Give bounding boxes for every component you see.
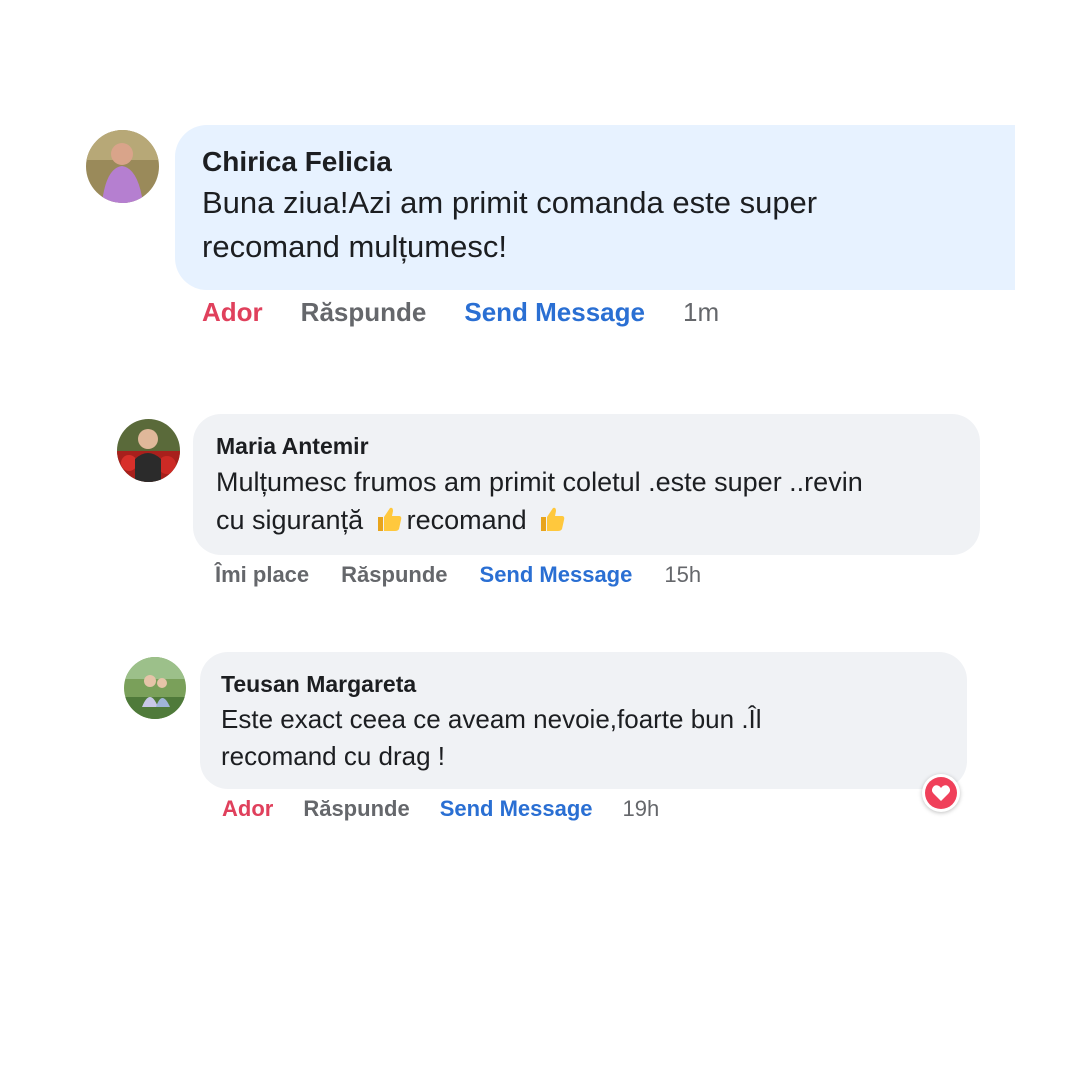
send-message-button[interactable]: Send Message: [440, 796, 593, 822]
comment-text-line-1: Mulțumesc frumos am primit coletul .este…: [216, 467, 863, 497]
heart-reaction-icon[interactable]: [922, 774, 960, 812]
avatar[interactable]: [86, 130, 159, 203]
react-button[interactable]: Ador: [202, 297, 263, 328]
comment-text-line-1: Este exact ceea ce aveam nevoie,foarte b…: [221, 704, 762, 734]
comment-actions: Ador Răspunde Send Message 19h: [222, 795, 659, 823]
comment-author[interactable]: Chirica Felicia: [202, 145, 1015, 179]
send-message-button[interactable]: Send Message: [480, 562, 633, 588]
like-button[interactable]: Îmi place: [215, 562, 309, 588]
comment-actions: Ador Răspunde Send Message 1m: [202, 296, 719, 328]
avatar[interactable]: [117, 419, 180, 482]
comment-bubble: Maria Antemir Mulțumesc frumos am primit…: [193, 414, 980, 555]
reply-button[interactable]: Răspunde: [301, 297, 427, 328]
comment-bubble: Teusan Margareta Este exact ceea ce avea…: [200, 652, 967, 789]
reply-button[interactable]: Răspunde: [341, 562, 447, 588]
comment-text-line-2: recomand cu drag !: [221, 741, 446, 771]
comment-bubble: Chirica Felicia Buna ziua!Azi am primit …: [175, 125, 1015, 290]
heart-icon: [925, 777, 957, 809]
comment-text-line-2: recomand mulțumesc!: [202, 229, 507, 264]
comment-text-line-2: cu siguranță recomand: [216, 501, 980, 543]
reply-button[interactable]: Răspunde: [303, 796, 409, 822]
timestamp[interactable]: 19h: [623, 796, 660, 822]
react-button[interactable]: Ador: [222, 796, 273, 822]
thumbs-up-icon: [375, 505, 403, 543]
timestamp[interactable]: 1m: [683, 297, 719, 328]
send-message-button[interactable]: Send Message: [464, 297, 645, 328]
comment-text-part: recomand: [406, 505, 527, 535]
avatar[interactable]: [124, 657, 186, 719]
comment-author[interactable]: Teusan Margareta: [221, 670, 967, 699]
thumbs-up-icon: [538, 505, 566, 543]
timestamp[interactable]: 15h: [664, 562, 701, 588]
comment-text-line-1: Buna ziua!Azi am primit comanda este sup…: [202, 185, 818, 220]
comment-text-part: cu siguranță: [216, 505, 364, 535]
comment-actions: Îmi place Răspunde Send Message 15h: [215, 561, 701, 589]
comment-author[interactable]: Maria Antemir: [216, 432, 980, 461]
